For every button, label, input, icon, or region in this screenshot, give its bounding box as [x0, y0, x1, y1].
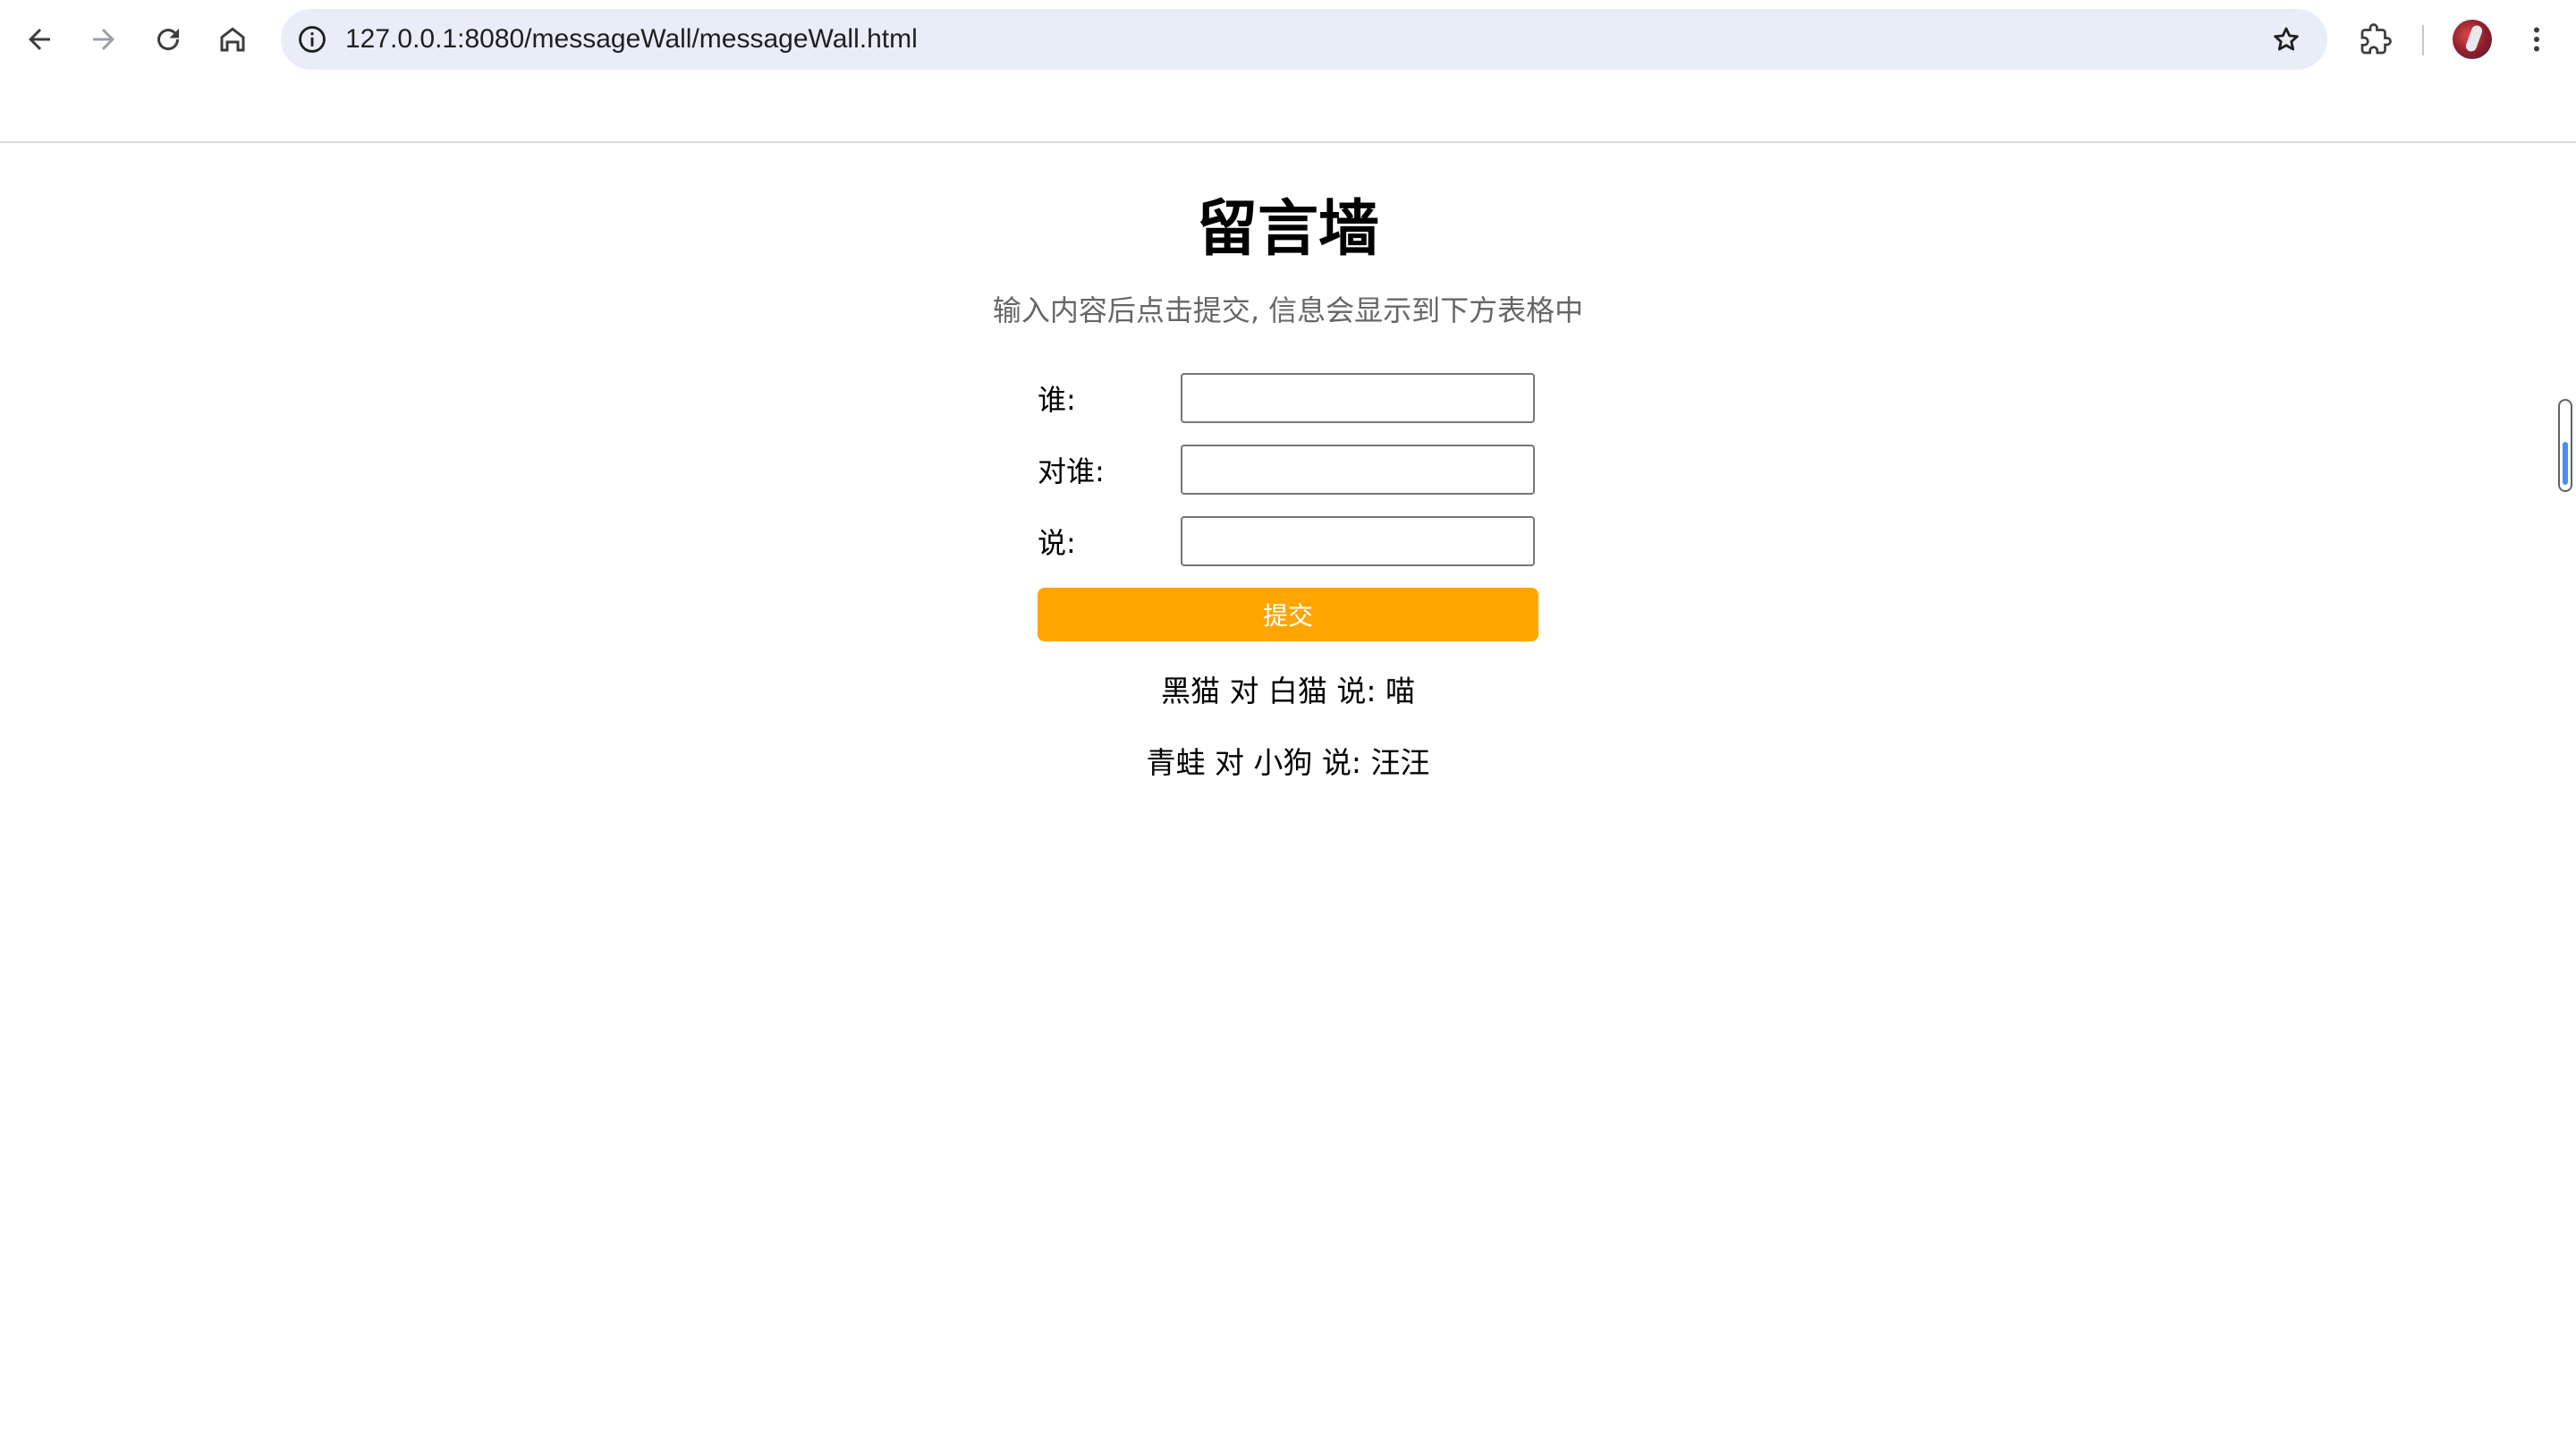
- menu-button[interactable]: [2510, 13, 2563, 66]
- message-item: 黑猫 对 白猫 说: 喵: [1160, 674, 1416, 708]
- toolbar-separator: [2422, 25, 2424, 55]
- message-item: 青蛙 对 小狗 说: 汪汪: [1146, 745, 1430, 780]
- back-arrow-icon: [29, 29, 50, 50]
- home-icon: [220, 27, 245, 52]
- browser-toolbar: 127.0.0.1:8080/messageWall/messageWall.h…: [0, 0, 2576, 79]
- bookmark-star-icon[interactable]: [2267, 20, 2306, 59]
- message-input[interactable]: [1181, 516, 1535, 566]
- extensions-button[interactable]: [2349, 13, 2402, 66]
- from-label: 谁:: [1038, 383, 1076, 417]
- message-label: 说:: [1038, 526, 1076, 560]
- reload-icon: [157, 29, 180, 51]
- reload-button[interactable]: [141, 13, 195, 66]
- form-row-message: 说:: [1038, 516, 1538, 570]
- site-info-icon[interactable]: [293, 21, 331, 58]
- home-button[interactable]: [206, 13, 259, 66]
- forward-arrow-icon: [93, 29, 114, 50]
- forward-button[interactable]: [77, 13, 131, 66]
- address-bar[interactable]: 127.0.0.1:8080/messageWall/messageWall.h…: [281, 9, 2327, 70]
- browser-content-divider: [0, 141, 2576, 143]
- back-button[interactable]: [13, 13, 66, 66]
- more-vertical-icon: [2534, 27, 2539, 52]
- form-row-from: 谁:: [1038, 373, 1538, 427]
- scroll-indicator[interactable]: [2558, 399, 2572, 492]
- to-input[interactable]: [1181, 445, 1535, 495]
- submit-button[interactable]: 提交: [1038, 588, 1538, 641]
- page-subtitle: 输入内容后点击提交, 信息会显示到下方表格中: [992, 293, 1584, 327]
- puzzle-piece-icon: [2360, 23, 2392, 55]
- from-input[interactable]: [1181, 373, 1535, 423]
- form-row-to: 对谁:: [1038, 445, 1538, 498]
- url-text[interactable]: 127.0.0.1:8080/messageWall/messageWall.h…: [345, 9, 918, 70]
- scroll-indicator-thumb[interactable]: [2563, 442, 2568, 485]
- page-title: 留言墙: [1196, 194, 1379, 265]
- to-label: 对谁:: [1038, 454, 1105, 488]
- profile-avatar[interactable]: [2453, 20, 2492, 59]
